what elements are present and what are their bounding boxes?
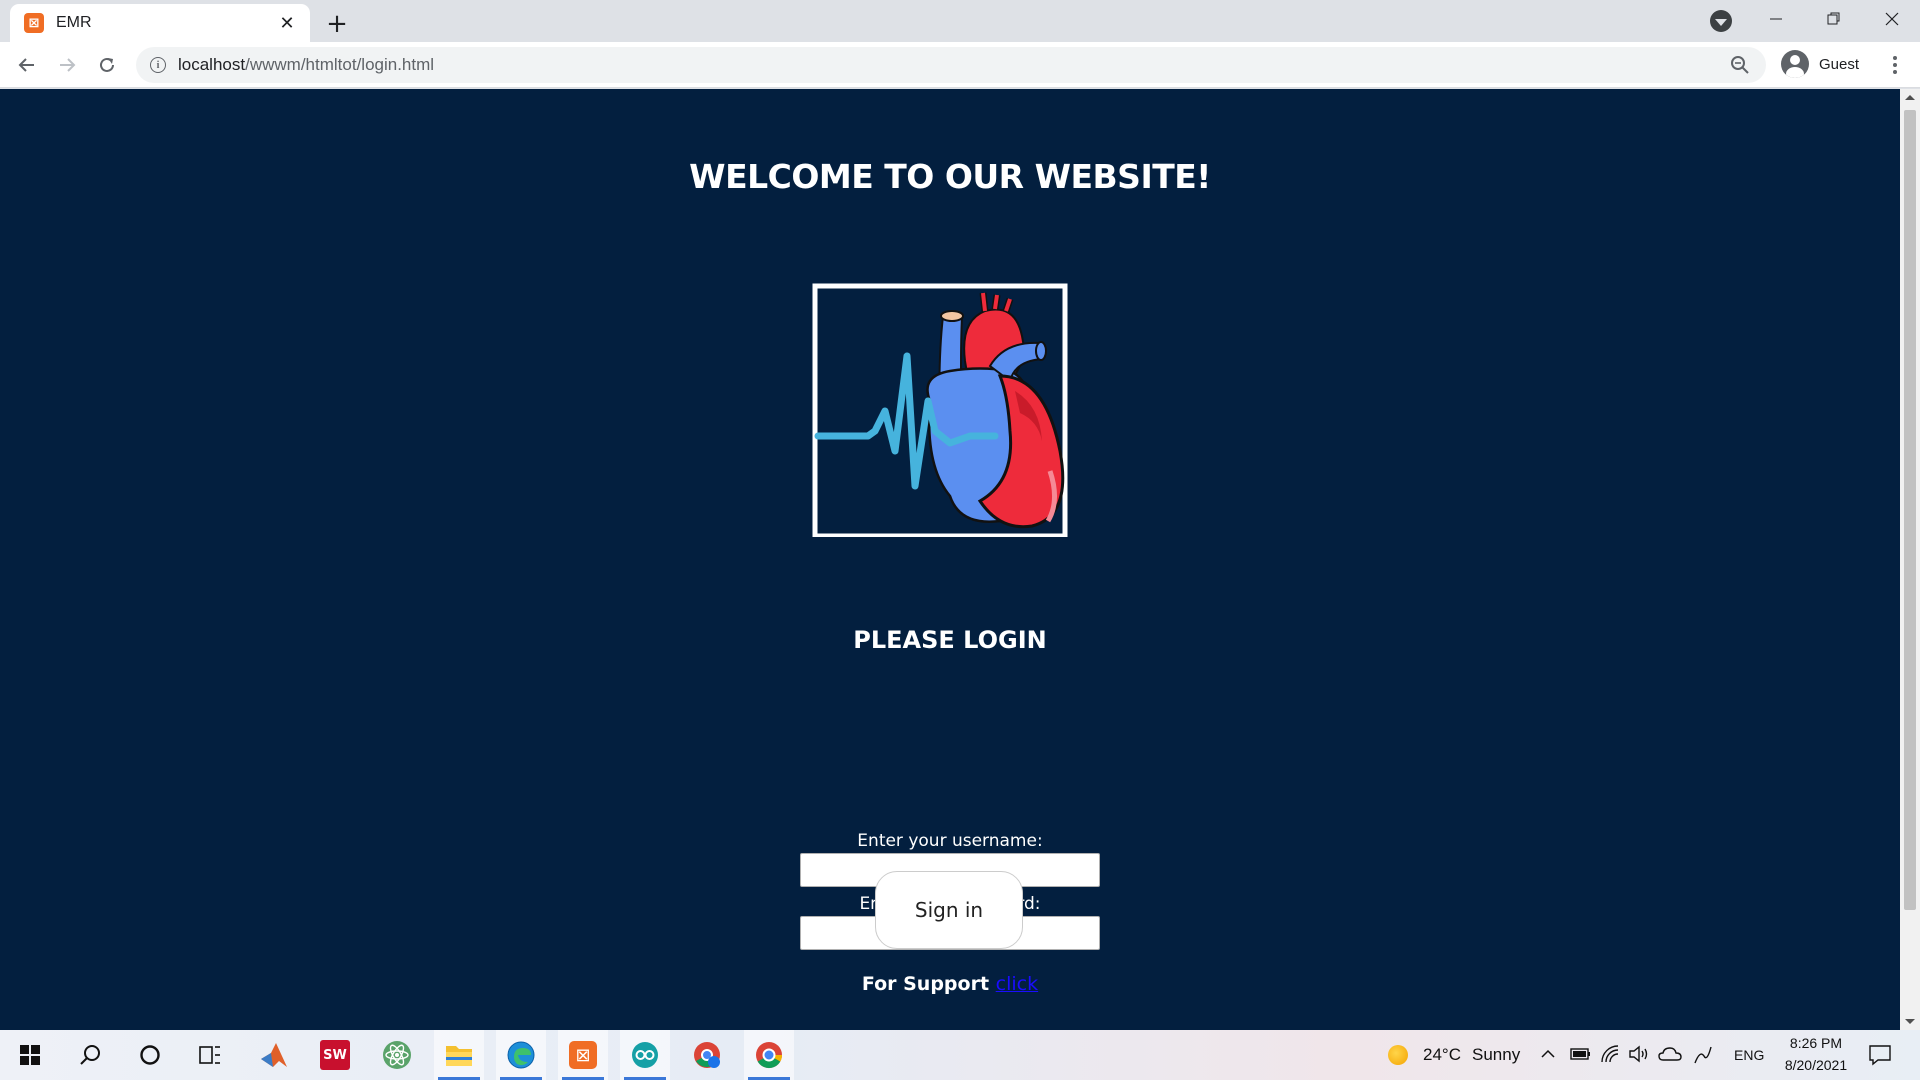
close-window-button[interactable]: [1864, 0, 1920, 38]
guest-avatar-icon: [1781, 50, 1809, 78]
restore-button[interactable]: [1806, 0, 1862, 38]
close-window-icon: [1885, 12, 1899, 26]
language-indicator[interactable]: ENG: [1734, 1047, 1764, 1063]
reload-icon: [100, 57, 114, 72]
xampp-icon: ⊠: [569, 1041, 597, 1069]
wifi-icon[interactable]: [1600, 1044, 1620, 1064]
xampp-icon: ⊠: [24, 13, 44, 33]
url-path: /wwwm/htmltot/login.html: [245, 55, 435, 74]
back-button[interactable]: [12, 50, 42, 80]
chrome-app-icon: [694, 1042, 720, 1068]
atom-app[interactable]: [372, 1030, 422, 1080]
start-icon: [20, 1045, 40, 1065]
browser-toolbar: i localhost/wwwm/htmltot/login.html Gues…: [0, 42, 1920, 88]
chrome-taskbar-app[interactable]: [744, 1030, 794, 1080]
notifications-icon[interactable]: [1868, 1044, 1892, 1066]
arduino-app[interactable]: [620, 1030, 670, 1080]
weather-sun-icon[interactable]: [1388, 1045, 1408, 1065]
task-view-icon: [199, 1046, 220, 1064]
tab-title: EMR: [56, 14, 92, 31]
matlab-app[interactable]: [249, 1030, 299, 1080]
tab-search-button[interactable]: [1710, 10, 1732, 32]
onedrive-icon[interactable]: [1658, 1046, 1682, 1062]
solidworks-icon: SW: [320, 1040, 350, 1070]
tray-chevron-up-icon[interactable]: [1540, 1047, 1556, 1061]
chrome-app-shortcut[interactable]: [682, 1030, 732, 1080]
profile-name: Guest: [1819, 55, 1860, 73]
site-info-icon[interactable]: i: [150, 57, 166, 73]
page-title: WELCOME TO OUR WEBSITE!: [689, 157, 1211, 196]
back-arrow-icon: [18, 58, 34, 72]
kebab-dot: [1893, 63, 1897, 67]
windows-taskbar: SW ⊠ 24°C Sunny ENG 8:26 PM 8/20/2021: [0, 1030, 1920, 1080]
forward-button[interactable]: [52, 50, 82, 80]
browser-tab[interactable]: ⊠ EMR ✕: [10, 4, 310, 42]
kebab-dot: [1893, 70, 1897, 74]
atom-icon: [383, 1041, 411, 1069]
tab-strip: ⊠ EMR ✕ +: [0, 0, 1920, 42]
support-line: For Support click: [0, 973, 1900, 995]
arduino-icon: [632, 1042, 658, 1068]
address-bar[interactable]: i localhost/wwwm/htmltot/login.html: [136, 47, 1766, 83]
close-icon[interactable]: ✕: [276, 12, 298, 34]
battery-icon[interactable]: [1570, 1047, 1592, 1061]
page-scrollbar[interactable]: [1900, 89, 1920, 1030]
support-text: For Support: [861, 973, 990, 995]
pen-workspace-icon[interactable]: [1692, 1044, 1714, 1066]
edge-icon: [507, 1041, 535, 1069]
zoom-icon[interactable]: [1730, 55, 1750, 75]
scroll-down-arrow-icon[interactable]: [1900, 1013, 1920, 1030]
clock-time[interactable]: 8:26 PM: [1786, 1035, 1846, 1051]
page-viewport: WELCOME TO OUR WEBSITE! PLEASE LOGIN Ent…: [0, 89, 1920, 1030]
start-button[interactable]: [5, 1030, 55, 1080]
chrome-icon: [756, 1042, 783, 1069]
search-icon: [80, 1045, 100, 1065]
weather-condition[interactable]: Sunny: [1472, 1045, 1520, 1065]
support-link[interactable]: click: [996, 973, 1038, 995]
scroll-up-arrow-icon[interactable]: [1900, 89, 1920, 106]
login-page: WELCOME TO OUR WEBSITE! PLEASE LOGIN Ent…: [0, 89, 1900, 1030]
sign-in-button[interactable]: Sign in: [875, 871, 1023, 949]
task-view-button[interactable]: [185, 1030, 235, 1080]
forward-arrow-icon: [60, 58, 76, 72]
solidworks-app[interactable]: SW: [310, 1030, 360, 1080]
heart-with-ecg-logo: [812, 283, 1068, 537]
clock-date[interactable]: 8/20/2021: [1778, 1057, 1854, 1073]
new-tab-button[interactable]: +: [322, 9, 352, 39]
volume-icon[interactable]: [1628, 1044, 1650, 1064]
xampp-app[interactable]: ⊠: [558, 1030, 608, 1080]
file-explorer-icon: [446, 1046, 472, 1066]
restore-icon: [1827, 12, 1840, 25]
file-explorer-app[interactable]: [434, 1030, 484, 1080]
edge-app[interactable]: [496, 1030, 546, 1080]
weather-temp[interactable]: 24°C: [1423, 1045, 1461, 1065]
menu-button[interactable]: [1880, 50, 1910, 80]
kebab-dot: [1893, 56, 1897, 60]
matlab-icon: [261, 1043, 287, 1067]
reload-button[interactable]: [92, 50, 122, 80]
search-button[interactable]: [65, 1030, 115, 1080]
minimize-icon: [1770, 18, 1782, 20]
username-label: Enter your username:: [857, 831, 1043, 851]
profile-button[interactable]: Guest: [1776, 46, 1870, 82]
cortana-icon: [140, 1045, 160, 1065]
login-heading: PLEASE LOGIN: [853, 626, 1047, 654]
scroll-thumb[interactable]: [1904, 110, 1916, 910]
minimize-button[interactable]: [1748, 0, 1804, 38]
cortana-button[interactable]: [125, 1030, 175, 1080]
url-host: localhost: [178, 55, 246, 74]
